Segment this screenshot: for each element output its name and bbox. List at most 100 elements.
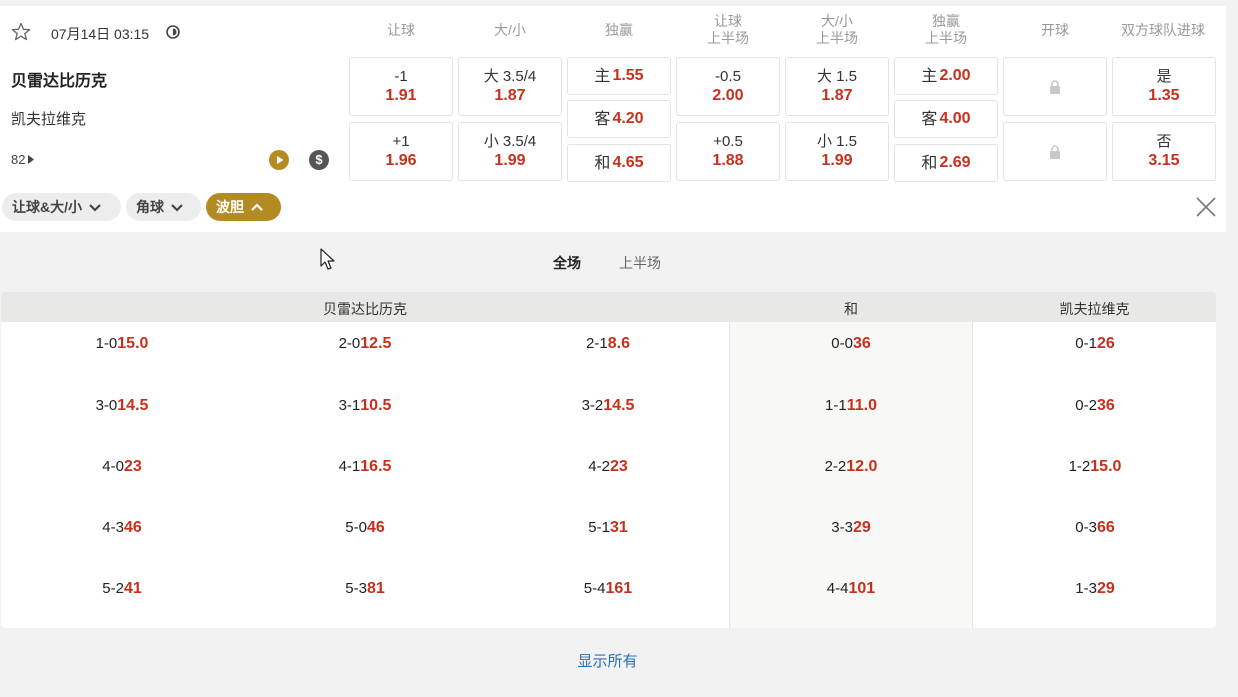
score-odds-cell[interactable]: 2-18.6 [543,334,673,354]
lock-icon [1050,79,1060,94]
odds-button-total-1h[interactable]: 大 1.5 1.87 [785,57,889,116]
score-odds-cell[interactable]: 4-023 [57,457,187,477]
score-odds: 23 [609,458,628,475]
score-label: 1-0 [95,335,118,352]
odds-button-moneyline[interactable]: 客 4.20 [567,100,671,138]
score-odds-cell[interactable]: 5-046 [300,518,430,538]
score-odds-cell[interactable]: 4-4101 [786,579,916,599]
score-odds-cell[interactable]: 4-116.5 [300,457,430,477]
odds-button-total[interactable]: 大 3.5/4 1.87 [458,57,562,116]
score-label: 2-0 [338,335,361,352]
clock-icon [166,25,180,39]
score-label: 5-3 [345,580,367,597]
score-odds-cell[interactable]: 3-329 [786,518,916,538]
score-label: 1-2 [1068,458,1091,475]
score-odds-cell[interactable]: 2-012.5 [300,334,430,354]
column-header-line: 上半场 [707,30,749,46]
score-odds: 15.0 [1090,458,1122,475]
chevron-up-icon [251,202,263,211]
filter-chip[interactable]: 角球 [126,193,201,221]
score-odds-cell[interactable]: 5-4161 [543,579,673,599]
odds-button-handicap-1h[interactable]: +0.5 1.88 [676,122,780,181]
score-odds-cell[interactable]: 5-131 [543,518,673,538]
score-odds-cell[interactable]: 3-110.5 [300,396,430,416]
score-odds-cell[interactable]: 5-241 [57,579,187,599]
score-odds-cell[interactable]: 4-346 [57,518,187,538]
column-header-line: 独赢 [932,13,960,29]
odds-button-moneyline[interactable]: 和 4.65 [567,144,671,182]
score-odds: 161 [605,580,633,597]
filter-chip-label: 角球 [136,199,164,215]
score-odds-cell[interactable]: 2-212.0 [786,457,916,477]
odds-line-label: 是 [1156,68,1172,85]
chevron-down-icon [171,203,183,212]
odds-button-handicap[interactable]: +1 1.96 [349,122,453,181]
odds-button-moneyline[interactable]: 主 1.55 [567,57,671,95]
tab-first-half[interactable]: 上半场 [619,253,661,273]
score-odds-cell[interactable]: 1-111.0 [786,396,916,416]
odds-line-label: 大 1.5 [816,68,858,85]
score-odds: 14.5 [117,397,149,414]
score-label: 0-2 [1075,397,1097,414]
home-column-header: 贝雷达比历克 [323,301,407,317]
odds-button-moneyline-1h[interactable]: 主 2.00 [894,57,998,95]
column-header: 独赢 [567,12,671,48]
score-odds: 46 [123,519,142,536]
favorite-star-icon[interactable] [11,22,31,42]
odds-button-btts[interactable]: 否 3.15 [1112,122,1216,181]
match-datetime: 07月14日 03:15 [51,26,150,42]
score-odds: 10.5 [360,397,392,414]
close-icon[interactable] [1195,196,1217,218]
odds-button-btts[interactable]: 是 1.35 [1112,57,1216,116]
score-label: 4-1 [338,458,361,475]
show-all-link[interactable]: 显示所有 [0,650,1215,671]
score-odds: 14.5 [603,397,635,414]
column-header-line: 上半场 [816,30,858,46]
score-odds-cell[interactable]: 1-215.0 [1030,457,1160,477]
filter-chip[interactable]: 让球&大/小 [2,193,121,221]
score-odds: 66 [1096,519,1115,536]
score-odds: 12.0 [846,458,878,475]
score-odds-cell[interactable]: 5-381 [300,579,430,599]
column-header: 独赢 上半场 [894,12,998,48]
odds-button-handicap-1h[interactable]: -0.5 2.00 [676,57,780,116]
score-odds-cell[interactable]: 0-036 [786,334,916,354]
score-odds-cell[interactable]: 0-366 [1030,518,1160,538]
odds-value: 1.55 [612,67,644,84]
tab-full-time[interactable]: 全场 [553,253,581,273]
filter-chip-label: 让球&大/小 [12,199,82,215]
odds-button-moneyline-1h[interactable]: 和 2.69 [894,144,998,182]
filter-chip[interactable]: 波胆 [206,193,281,221]
odds-value: 4.20 [612,110,644,127]
odds-button-handicap[interactable]: -1 1.91 [349,57,453,116]
score-odds: 81 [366,580,385,597]
score-odds: 36 [1096,397,1115,414]
score-label: 3-0 [95,397,118,414]
score-label: 4-3 [102,519,124,536]
score-odds-cell[interactable]: 4-223 [543,457,673,477]
score-odds-cell[interactable]: 0-236 [1030,396,1160,416]
column-header-line: 独赢 [605,21,633,38]
odds-value: 4.65 [612,154,644,171]
score-odds-cell[interactable]: 3-014.5 [57,396,187,416]
draw-column-header: 和 [844,301,858,317]
score-odds-cell[interactable]: 3-214.5 [543,396,673,416]
score-label: 3-1 [338,397,361,414]
odds-value: 4.00 [939,110,971,127]
odds-line-label: +1 [392,133,410,150]
odds-button-total-1h[interactable]: 小 1.5 1.99 [785,122,889,181]
score-odds: 46 [366,519,385,536]
odds-button-total[interactable]: 小 3.5/4 1.99 [458,122,562,181]
live-stream-button[interactable] [269,150,289,170]
cashout-button[interactable]: $ [309,150,329,170]
score-odds-cell[interactable]: 1-329 [1030,579,1160,599]
score-odds-cell[interactable]: 1-015.0 [57,334,187,354]
odds-button-moneyline-1h[interactable]: 客 4.00 [894,100,998,138]
lock-icon [1050,144,1060,159]
caret-right-icon [28,155,35,164]
odds-value: 2.00 [939,67,971,84]
score-odds: 26 [1096,335,1115,352]
score-odds-cell[interactable]: 0-126 [1030,334,1160,354]
score-label: 0-3 [1075,519,1097,536]
more-markets-link[interactable]: 82 [11,152,35,167]
